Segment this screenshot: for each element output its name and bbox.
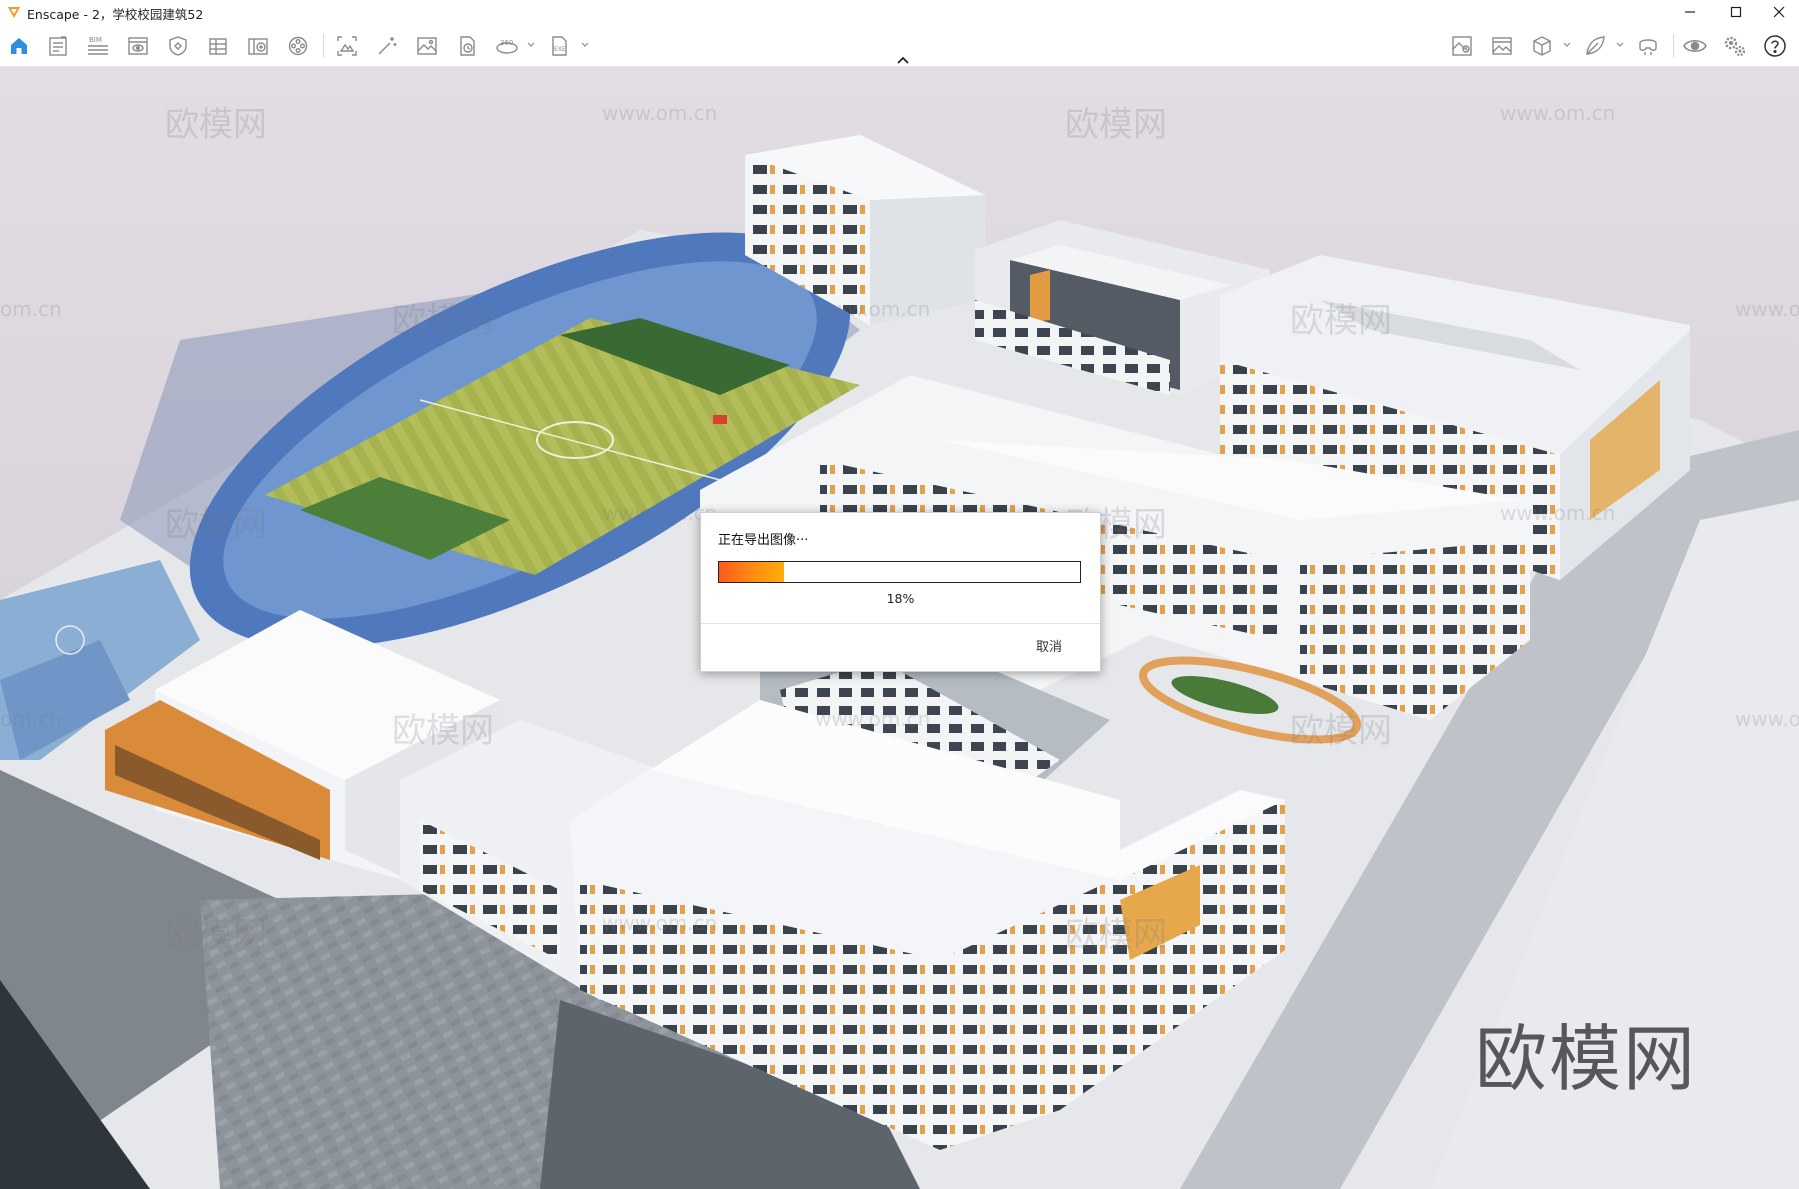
collapse-toolbar-icon[interactable] (893, 54, 913, 66)
minimize-button[interactable] (1670, 0, 1710, 24)
watermark-logo-large: 欧模网 (1475, 1017, 1698, 1101)
title-bar: Enscape - 2，学校校园建筑52 (0, 0, 1799, 24)
main-toolbar: BIM 360 EXE (0, 24, 1799, 67)
svg-text:EXE: EXE (554, 46, 566, 53)
home-button[interactable] (6, 33, 32, 59)
export-progress-bar (718, 561, 1081, 583)
document-icon (49, 36, 67, 56)
enscape-window: Enscape - 2，学校校园建筑52 BIM 360 EXE 欧模网 www… (0, 0, 1799, 1189)
image-icon (417, 37, 437, 55)
close-button[interactable] (1759, 0, 1799, 24)
minimize-icon (1685, 11, 1695, 13)
magic-wand-icon (378, 37, 397, 55)
grid-button[interactable] (205, 33, 231, 59)
export-exe-icon: EXE (552, 36, 567, 56)
map-export-icon (1452, 36, 1472, 56)
cancel-button[interactable]: 取消 (1019, 637, 1079, 659)
help-button[interactable] (1762, 33, 1788, 59)
video-editor-button[interactable] (285, 33, 311, 59)
magic-wand-button[interactable] (374, 33, 400, 59)
settings-button[interactable] (1722, 33, 1748, 59)
panorama-360-icon: 360 (496, 39, 518, 54)
help-icon (1764, 35, 1786, 57)
document-button[interactable] (45, 33, 71, 59)
vr-headset-icon (1639, 39, 1657, 55)
cube-button[interactable] (1529, 33, 1555, 59)
progress-percent-label: 18% (886, 591, 915, 606)
batch-render-icon (460, 36, 475, 56)
enscape-logo-icon (8, 7, 20, 18)
image-gallery-button[interactable] (1489, 33, 1515, 59)
maximize-icon (1730, 6, 1742, 18)
svg-text:360: 360 (500, 39, 513, 47)
leaf-button[interactable] (1582, 33, 1608, 59)
film-reel-icon (288, 36, 308, 56)
dialog-divider (701, 623, 1100, 624)
asset-library-icon (248, 38, 268, 55)
batch-render-button[interactable] (454, 33, 480, 59)
map-export-button[interactable] (1449, 33, 1475, 59)
leaf-dropdown-icon[interactable] (1615, 40, 1625, 50)
asset-library-button[interactable] (245, 33, 271, 59)
bim-button[interactable]: BIM (85, 33, 111, 59)
close-icon (1773, 6, 1785, 18)
export-exe-button[interactable]: EXE (547, 33, 573, 59)
grid-icon (209, 38, 227, 55)
screenshot-button[interactable] (334, 33, 360, 59)
eye-icon (1683, 39, 1707, 53)
toolbar-separator (1673, 34, 1674, 58)
export-progress-fill (719, 562, 784, 582)
toolbar-separator (323, 34, 324, 58)
panorama-dropdown-icon[interactable] (526, 40, 536, 50)
window-title: Enscape - 2，学校校园建筑52 (27, 7, 204, 22)
export-dropdown-icon[interactable] (580, 40, 590, 50)
export-progress-dialog: 正在导出图像··· 18% 取消 (700, 512, 1101, 672)
render-image-button[interactable] (414, 33, 440, 59)
bim-icon: BIM (88, 36, 108, 55)
view-icon (128, 37, 148, 55)
cube-icon (1533, 36, 1551, 56)
settings-gears-icon (1724, 36, 1746, 57)
maximize-button[interactable] (1716, 0, 1756, 24)
panorama-button[interactable]: 360 (494, 33, 520, 59)
visual-settings-button[interactable] (1682, 33, 1708, 59)
cube-dropdown-icon[interactable] (1562, 40, 1572, 50)
svg-text:BIM: BIM (89, 36, 102, 44)
home-icon (11, 38, 27, 54)
vr-headset-button[interactable] (1635, 33, 1661, 59)
screenshot-icon (337, 36, 357, 56)
leaf-icon (1586, 36, 1605, 55)
dialog-title: 正在导出图像··· (718, 533, 809, 548)
live-sync-button[interactable] (165, 33, 191, 59)
views-button[interactable] (125, 33, 151, 59)
image-gallery-icon (1492, 37, 1512, 55)
sync-shield-icon (169, 36, 187, 56)
